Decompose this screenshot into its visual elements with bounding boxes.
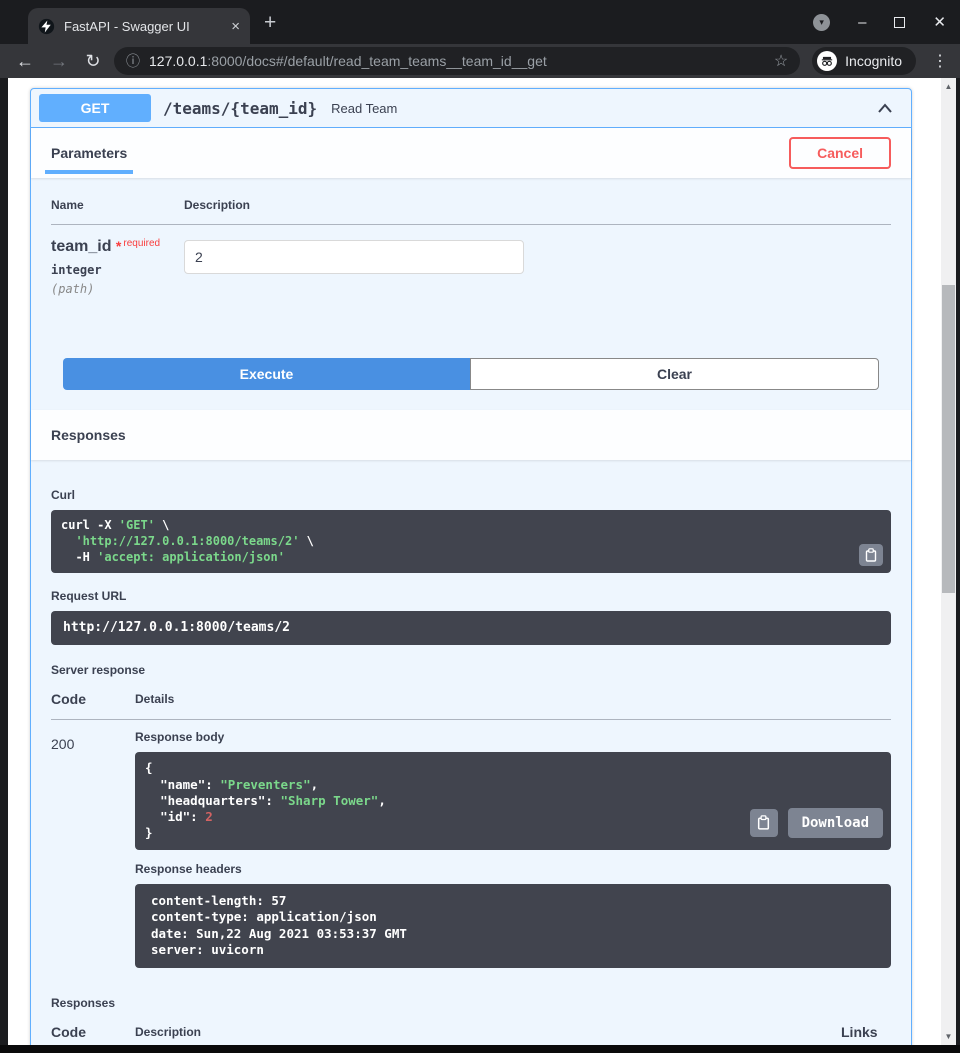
opblock-get: GET /teams/{team_id} Read Team Parameter… [30, 88, 912, 1045]
incognito-icon [817, 51, 837, 71]
status-code: 200 [51, 720, 135, 984]
window-bottom-edge [0, 1045, 960, 1053]
incognito-badge: Incognito [812, 47, 916, 75]
copy-curl-button[interactable] [859, 544, 883, 566]
curl-command-block: curl -X 'GET' \ 'http://127.0.0.1:8000/t… [51, 510, 891, 573]
page-row: GET /teams/{team_id} Read Team Parameter… [0, 78, 960, 1045]
parameter-type: integer [51, 263, 184, 277]
responses-title: Responses [51, 427, 126, 443]
browser-titlebar: FastAPI - Swagger UI × + ▾ – ✕ [0, 0, 960, 44]
parameter-value-cell [184, 225, 891, 297]
search-tabs-button[interactable]: ▾ [813, 14, 830, 31]
response-headers-block: content-length: 57content-type: applicat… [135, 884, 891, 968]
download-button[interactable]: Download [788, 808, 883, 838]
parameter-name-cell: team_id *required integer (path) [51, 225, 184, 297]
parameters-header: Parameters Cancel [31, 128, 911, 178]
parameters-table-area: Name Description team_id *required [31, 178, 911, 338]
scroll-up-icon[interactable]: ▲ [941, 82, 956, 91]
collapse-chevron-icon[interactable] [875, 100, 895, 116]
url-text[interactable]: 127.0.0.1:8000/docs#/default/read_team_t… [149, 53, 765, 69]
minimize-button[interactable]: – [858, 15, 866, 30]
response-headers-label: Response headers [135, 858, 891, 884]
col-header-details: Details [135, 691, 891, 720]
clear-button[interactable]: Clear [470, 358, 879, 390]
tab-parameters[interactable]: Parameters [51, 145, 127, 161]
browser-tab[interactable]: FastAPI - Swagger UI × [28, 8, 250, 44]
page-scrollbar[interactable]: ▲ ▼ [941, 78, 956, 1045]
response-details-cell: Response body { "name": "Preventers", "h… [135, 720, 891, 984]
url-path: :8000/docs#/default/read_team_teams__tea… [207, 53, 546, 69]
incognito-label: Incognito [845, 53, 902, 69]
responses-header: Responses [31, 410, 911, 460]
site-info-icon[interactable]: ⓘ [126, 51, 140, 71]
browser-window: FastAPI - Swagger UI × + ▾ – ✕ ← → ↻ ⓘ 1… [0, 0, 960, 1053]
required-label: required [123, 238, 160, 249]
maximize-button[interactable] [894, 17, 905, 28]
copy-response-button[interactable] [750, 809, 778, 837]
http-method-badge: GET [39, 94, 151, 122]
back-button[interactable]: ← [12, 51, 38, 72]
url-host: 127.0.0.1 [149, 53, 207, 69]
parameter-location: (path) [51, 282, 184, 296]
server-response-row: 200 Response body { "name": "Preventers"… [51, 720, 891, 984]
server-response-label: Server response [51, 663, 891, 677]
window-controls: ▾ – ✕ [813, 0, 946, 44]
execute-wrapper: Execute Clear [31, 338, 911, 410]
response-body-label: Response body [135, 720, 891, 752]
server-response-table: Code Details 200 Response body { "name":… [51, 691, 891, 983]
fastapi-favicon-icon [38, 18, 55, 35]
scrollbar-thumb[interactable] [942, 285, 955, 593]
scroll-down-icon[interactable]: ▼ [941, 1032, 956, 1041]
caret-down-icon: ▾ [819, 17, 824, 28]
team-id-input[interactable] [184, 240, 524, 274]
required-asterisk: * [116, 238, 121, 254]
opblock-header[interactable]: GET /teams/{team_id} Read Team [31, 89, 911, 128]
browser-navbar: ← → ↻ ⓘ 127.0.0.1:8000/docs#/default/rea… [0, 44, 960, 78]
parameter-row: team_id *required integer (path) [51, 225, 891, 297]
tab-close-icon[interactable]: × [231, 19, 240, 34]
endpoint-summary: Read Team [331, 101, 875, 116]
doc-col-description: Description [135, 1024, 841, 1045]
tab-title: FastAPI - Swagger UI [64, 19, 222, 34]
endpoint-path: /teams/{team_id} [163, 99, 317, 118]
address-bar[interactable]: ⓘ 127.0.0.1:8000/docs#/default/read_team… [114, 47, 800, 75]
request-url-block: http://127.0.0.1:8000/teams/2 [51, 611, 891, 646]
execute-button[interactable]: Execute [63, 358, 470, 390]
cancel-button[interactable]: Cancel [789, 137, 891, 169]
curl-label: Curl [51, 488, 891, 502]
reload-button[interactable]: ↻ [80, 51, 106, 72]
parameters-table: Name Description team_id *required [51, 198, 891, 296]
documented-responses-label: Responses [51, 996, 891, 1010]
swagger-page: GET /teams/{team_id} Read Team Parameter… [8, 78, 941, 1045]
doc-col-links: Links [841, 1024, 891, 1045]
forward-button[interactable]: → [46, 51, 72, 72]
col-header-code: Code [51, 691, 135, 720]
menu-kebab-icon[interactable]: ⋮ [932, 51, 948, 71]
col-header-name: Name [51, 198, 184, 225]
col-header-description: Description [184, 198, 891, 225]
responses-inner: Curl curl -X 'GET' \ 'http://127.0.0.1:8… [31, 460, 911, 1045]
bookmark-star-icon[interactable]: ☆ [774, 51, 788, 71]
new-tab-button[interactable]: + [264, 11, 276, 35]
response-body-block: { "name": "Preventers", "headquarters": … [135, 752, 891, 849]
parameter-name: team_id [51, 238, 111, 255]
request-url-label: Request URL [51, 589, 891, 603]
doc-col-code: Code [51, 1024, 135, 1045]
documented-responses-table: Code Description Links 200 Successful Re… [51, 1024, 891, 1045]
close-window-button[interactable]: ✕ [933, 15, 946, 30]
